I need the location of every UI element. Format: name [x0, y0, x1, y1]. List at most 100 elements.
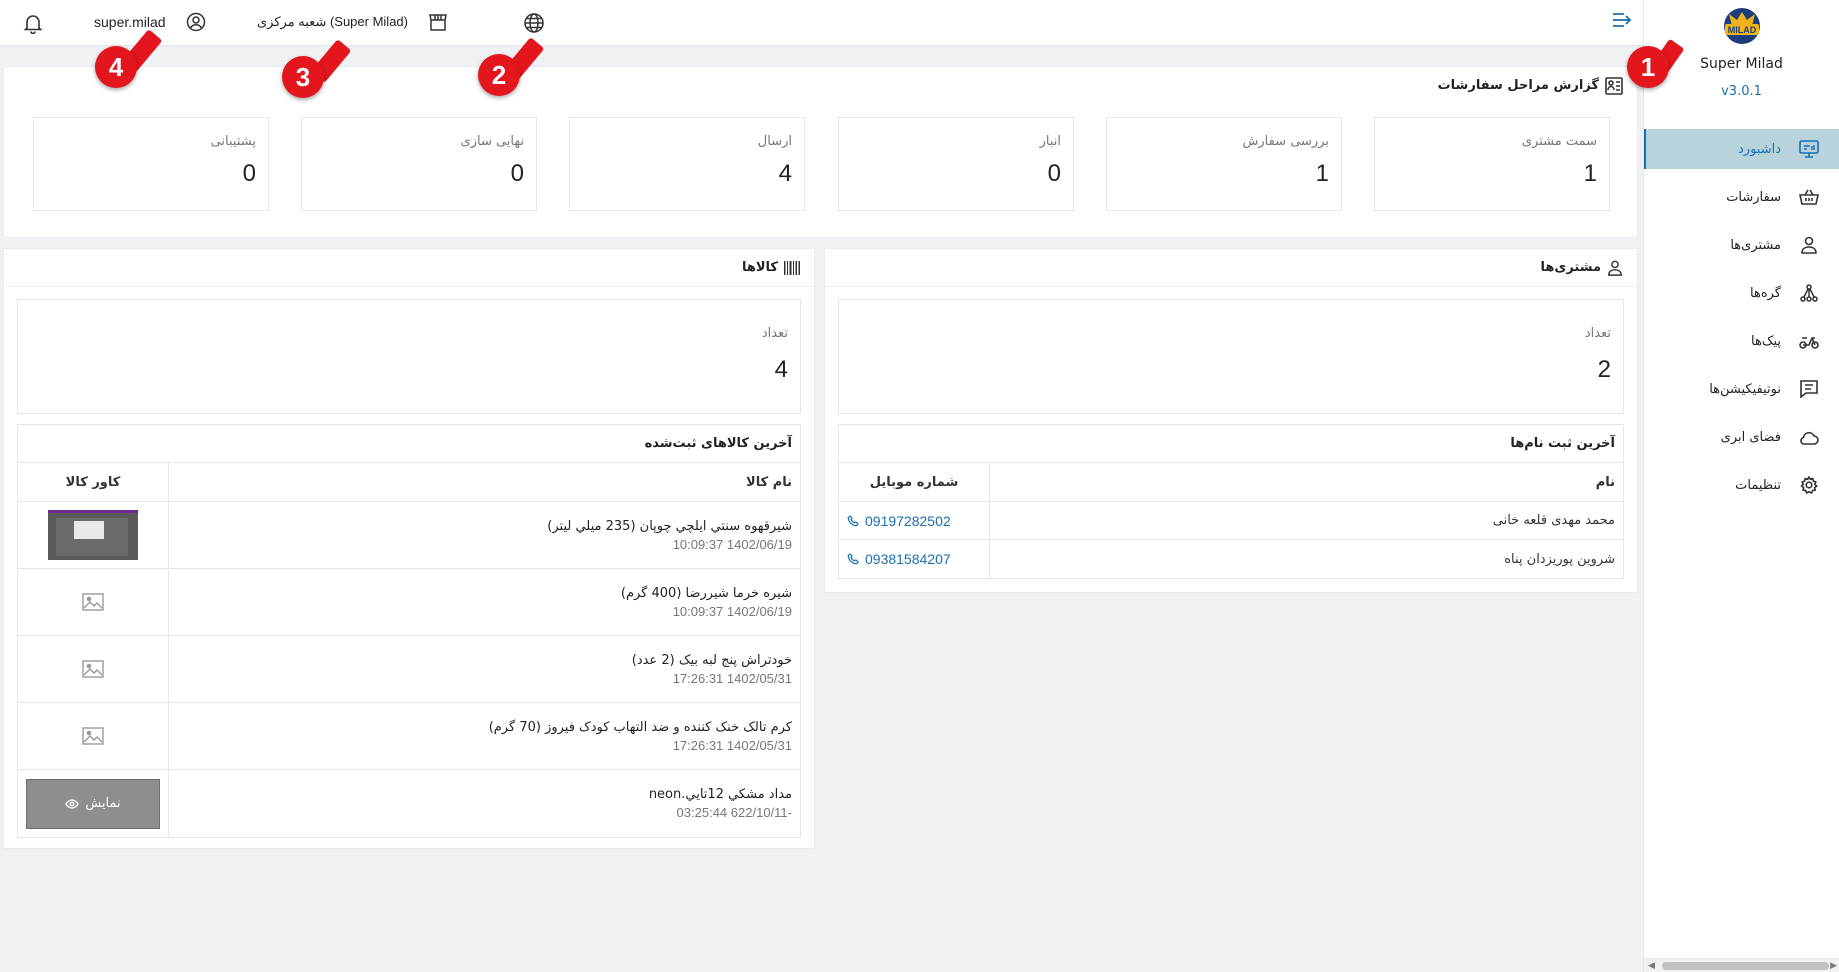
scrollbar-thumb[interactable] — [1662, 962, 1829, 970]
image-placeholder-icon — [82, 593, 104, 611]
stage-stat: ارسال 4 — [569, 117, 805, 211]
callout-badge: 1 — [1627, 46, 1669, 88]
stage-value: 0 — [1047, 160, 1061, 187]
stage-value: 1 — [1583, 160, 1597, 187]
sidebar-item-label: فضای ابری — [1720, 429, 1781, 445]
stage-stat: سمت مشتری 1 — [1374, 117, 1610, 211]
table-row: خودتراش پنج لبه بیک (2 عدد) 1402/05/31 1… — [18, 636, 800, 703]
table-header-row: نام کالا کاور کالا — [18, 463, 800, 502]
stage-stat: انبار 0 — [838, 117, 1074, 211]
stage-label: پشتیبانی — [210, 134, 256, 149]
products-card: کالاها تعداد 4 آخرین کالاهای ثبت‌شده نام… — [3, 248, 815, 849]
phone-icon — [847, 553, 859, 565]
user-circle-icon — [186, 12, 206, 32]
orders-report-title: گزارش مراحل سفارشات — [1437, 78, 1599, 93]
sidebar-item-label: تنظیمات — [1735, 477, 1781, 493]
table-row: شیره خرما شیررضا (400 گرم) 1402/06/19 10… — [18, 569, 800, 636]
product-name: مداد مشكي 12تايي.neon — [648, 787, 792, 802]
orders-report-icon — [1605, 76, 1623, 95]
product-date: -622/10/11 03:25:44 — [676, 805, 792, 820]
recent-products-table: آخرین کالاهای ثبت‌شده نام کالا کاور کالا… — [17, 424, 801, 838]
username: super.milad — [94, 14, 166, 30]
callout-badge: 3 — [282, 56, 324, 98]
stage-value: 0 — [510, 160, 524, 187]
stage-stat: پشتیبانی 0 — [33, 117, 269, 211]
notifications-button[interactable] — [22, 12, 44, 34]
basket-icon — [1797, 185, 1821, 209]
sidebar-item-cloud[interactable]: فضای ابری — [1644, 417, 1839, 457]
sidebar-item-label: سفارشات — [1726, 189, 1781, 205]
message-icon — [1797, 377, 1821, 401]
table-row: کرم تالک خنک کننده و ضد التهاب کودک فیرو… — [18, 703, 800, 770]
scroll-left-icon[interactable]: ◀ — [1648, 961, 1655, 971]
customers-count-stat: تعداد 2 — [838, 299, 1624, 414]
scroll-right-icon[interactable]: ▶ — [1830, 961, 1837, 971]
stage-label: انبار — [1039, 134, 1061, 149]
language-button[interactable] — [523, 12, 545, 34]
phone-number: 09381584207 — [865, 551, 951, 567]
count-label: تعداد — [1584, 326, 1611, 341]
phone-icon — [847, 514, 859, 527]
product-date: 1402/06/19 10:09:37 — [672, 536, 792, 552]
sidebar-toggle-button[interactable] — [1612, 12, 1632, 28]
stage-label: ارسال — [757, 134, 792, 149]
sidebar-item-couriers[interactable]: پیک‌ها — [1644, 321, 1839, 361]
products-count-stat: تعداد 4 — [17, 299, 801, 414]
products-title: کالاها — [741, 260, 778, 275]
cloud-icon — [1797, 425, 1821, 449]
sidebar-nav: داشبورد سفارشات مشتری‌ها گره‌ها پیک‌ها — [1644, 129, 1839, 513]
column-header-product-name: نام کالا — [168, 463, 800, 501]
sidebar-item-label: گره‌ها — [1750, 285, 1781, 301]
sidebar: MILAD Super Milad v3.0.1 داشبورد سفارشات… — [1643, 0, 1839, 972]
branch-selector[interactable]: شعبه مرکزی (Super Milad) — [257, 12, 448, 32]
stage-value: 4 — [778, 160, 792, 187]
sidebar-item-nodes[interactable]: گره‌ها — [1644, 273, 1839, 313]
table-row: مداد مشكي 12تايي.neon -622/10/11 03:25:4… — [18, 770, 800, 837]
svg-text:MILAD: MILAD — [1727, 25, 1756, 35]
column-header-cover: کاور کالا — [65, 474, 121, 490]
show-label: نمایش — [85, 796, 121, 811]
barcode-icon — [784, 260, 800, 275]
recent-customers-table: آخرین ثبت نام‌ها نام شماره موبایل محمد م… — [838, 424, 1624, 579]
eye-icon — [65, 798, 80, 809]
gear-icon — [1797, 473, 1821, 497]
image-placeholder-icon — [82, 727, 104, 745]
user-icon — [1797, 233, 1821, 257]
recent-products-title: آخرین کالاهای ثبت‌شده — [18, 425, 800, 463]
sidebar-item-dashboard[interactable]: داشبورد — [1644, 129, 1839, 169]
phone-link[interactable]: 09381584207 — [847, 551, 951, 567]
product-name: شيرقهوه سنتي ايلچي چوپان (235 ميلي ليتر) — [547, 518, 792, 534]
topbar: super.milad شعبه مرکزی (Super Milad) — [0, 0, 1643, 46]
count-value: 2 — [1597, 356, 1611, 383]
sidebar-item-label: نوتیفیکیشن‌ها — [1709, 381, 1781, 397]
product-name: کرم تالک خنک کننده و ضد التهاب کودک فیرو… — [488, 719, 792, 735]
milad-logo: MILAD — [1719, 6, 1765, 46]
recent-customers-title: آخرین ثبت نام‌ها — [839, 425, 1623, 463]
phone-number: 09197282502 — [865, 512, 951, 529]
image-placeholder-icon — [82, 660, 104, 678]
app-version: v3.0.1 — [1721, 84, 1762, 99]
sidebar-item-settings[interactable]: تنظیمات — [1644, 465, 1839, 505]
sidebar-item-label: پیک‌ها — [1751, 333, 1781, 349]
column-header-phone: شماره موبایل — [869, 474, 959, 490]
show-button[interactable]: نمایش — [26, 778, 160, 829]
horizontal-scrollbar[interactable]: ◀ ▶ — [1644, 958, 1839, 972]
sidebar-item-orders[interactable]: سفارشات — [1644, 177, 1839, 217]
table-row: شيرقهوه سنتي ايلچي چوپان (235 ميلي ليتر)… — [18, 502, 800, 569]
orders-report-card: گزارش مراحل سفارشات سمت مشتری 1 بررسی سف… — [3, 66, 1638, 238]
table-row: شروین پوریزدان پناه 09381584207 — [839, 540, 1623, 578]
branch-name: شعبه مرکزی (Super Milad) — [257, 14, 408, 29]
product-cover-image[interactable] — [48, 510, 138, 560]
callout-badge: 4 — [95, 46, 137, 88]
phone-link[interactable]: 09197282502 — [847, 513, 951, 529]
user-icon — [1607, 260, 1623, 276]
nodes-icon — [1797, 281, 1821, 305]
product-date: 1402/06/19 10:09:37 — [672, 603, 792, 619]
customers-card: مشتری‌ها تعداد 2 آخرین ثبت نام‌ها نام شم… — [824, 248, 1638, 593]
stage-value: 1 — [1315, 160, 1329, 187]
user-menu[interactable]: super.milad — [94, 12, 206, 32]
store-icon — [428, 12, 448, 32]
customer-name: شروین پوریزدان پناه — [989, 540, 1623, 578]
sidebar-item-notifications[interactable]: نوتیفیکیشن‌ها — [1644, 369, 1839, 409]
sidebar-item-customers[interactable]: مشتری‌ها — [1644, 225, 1839, 265]
